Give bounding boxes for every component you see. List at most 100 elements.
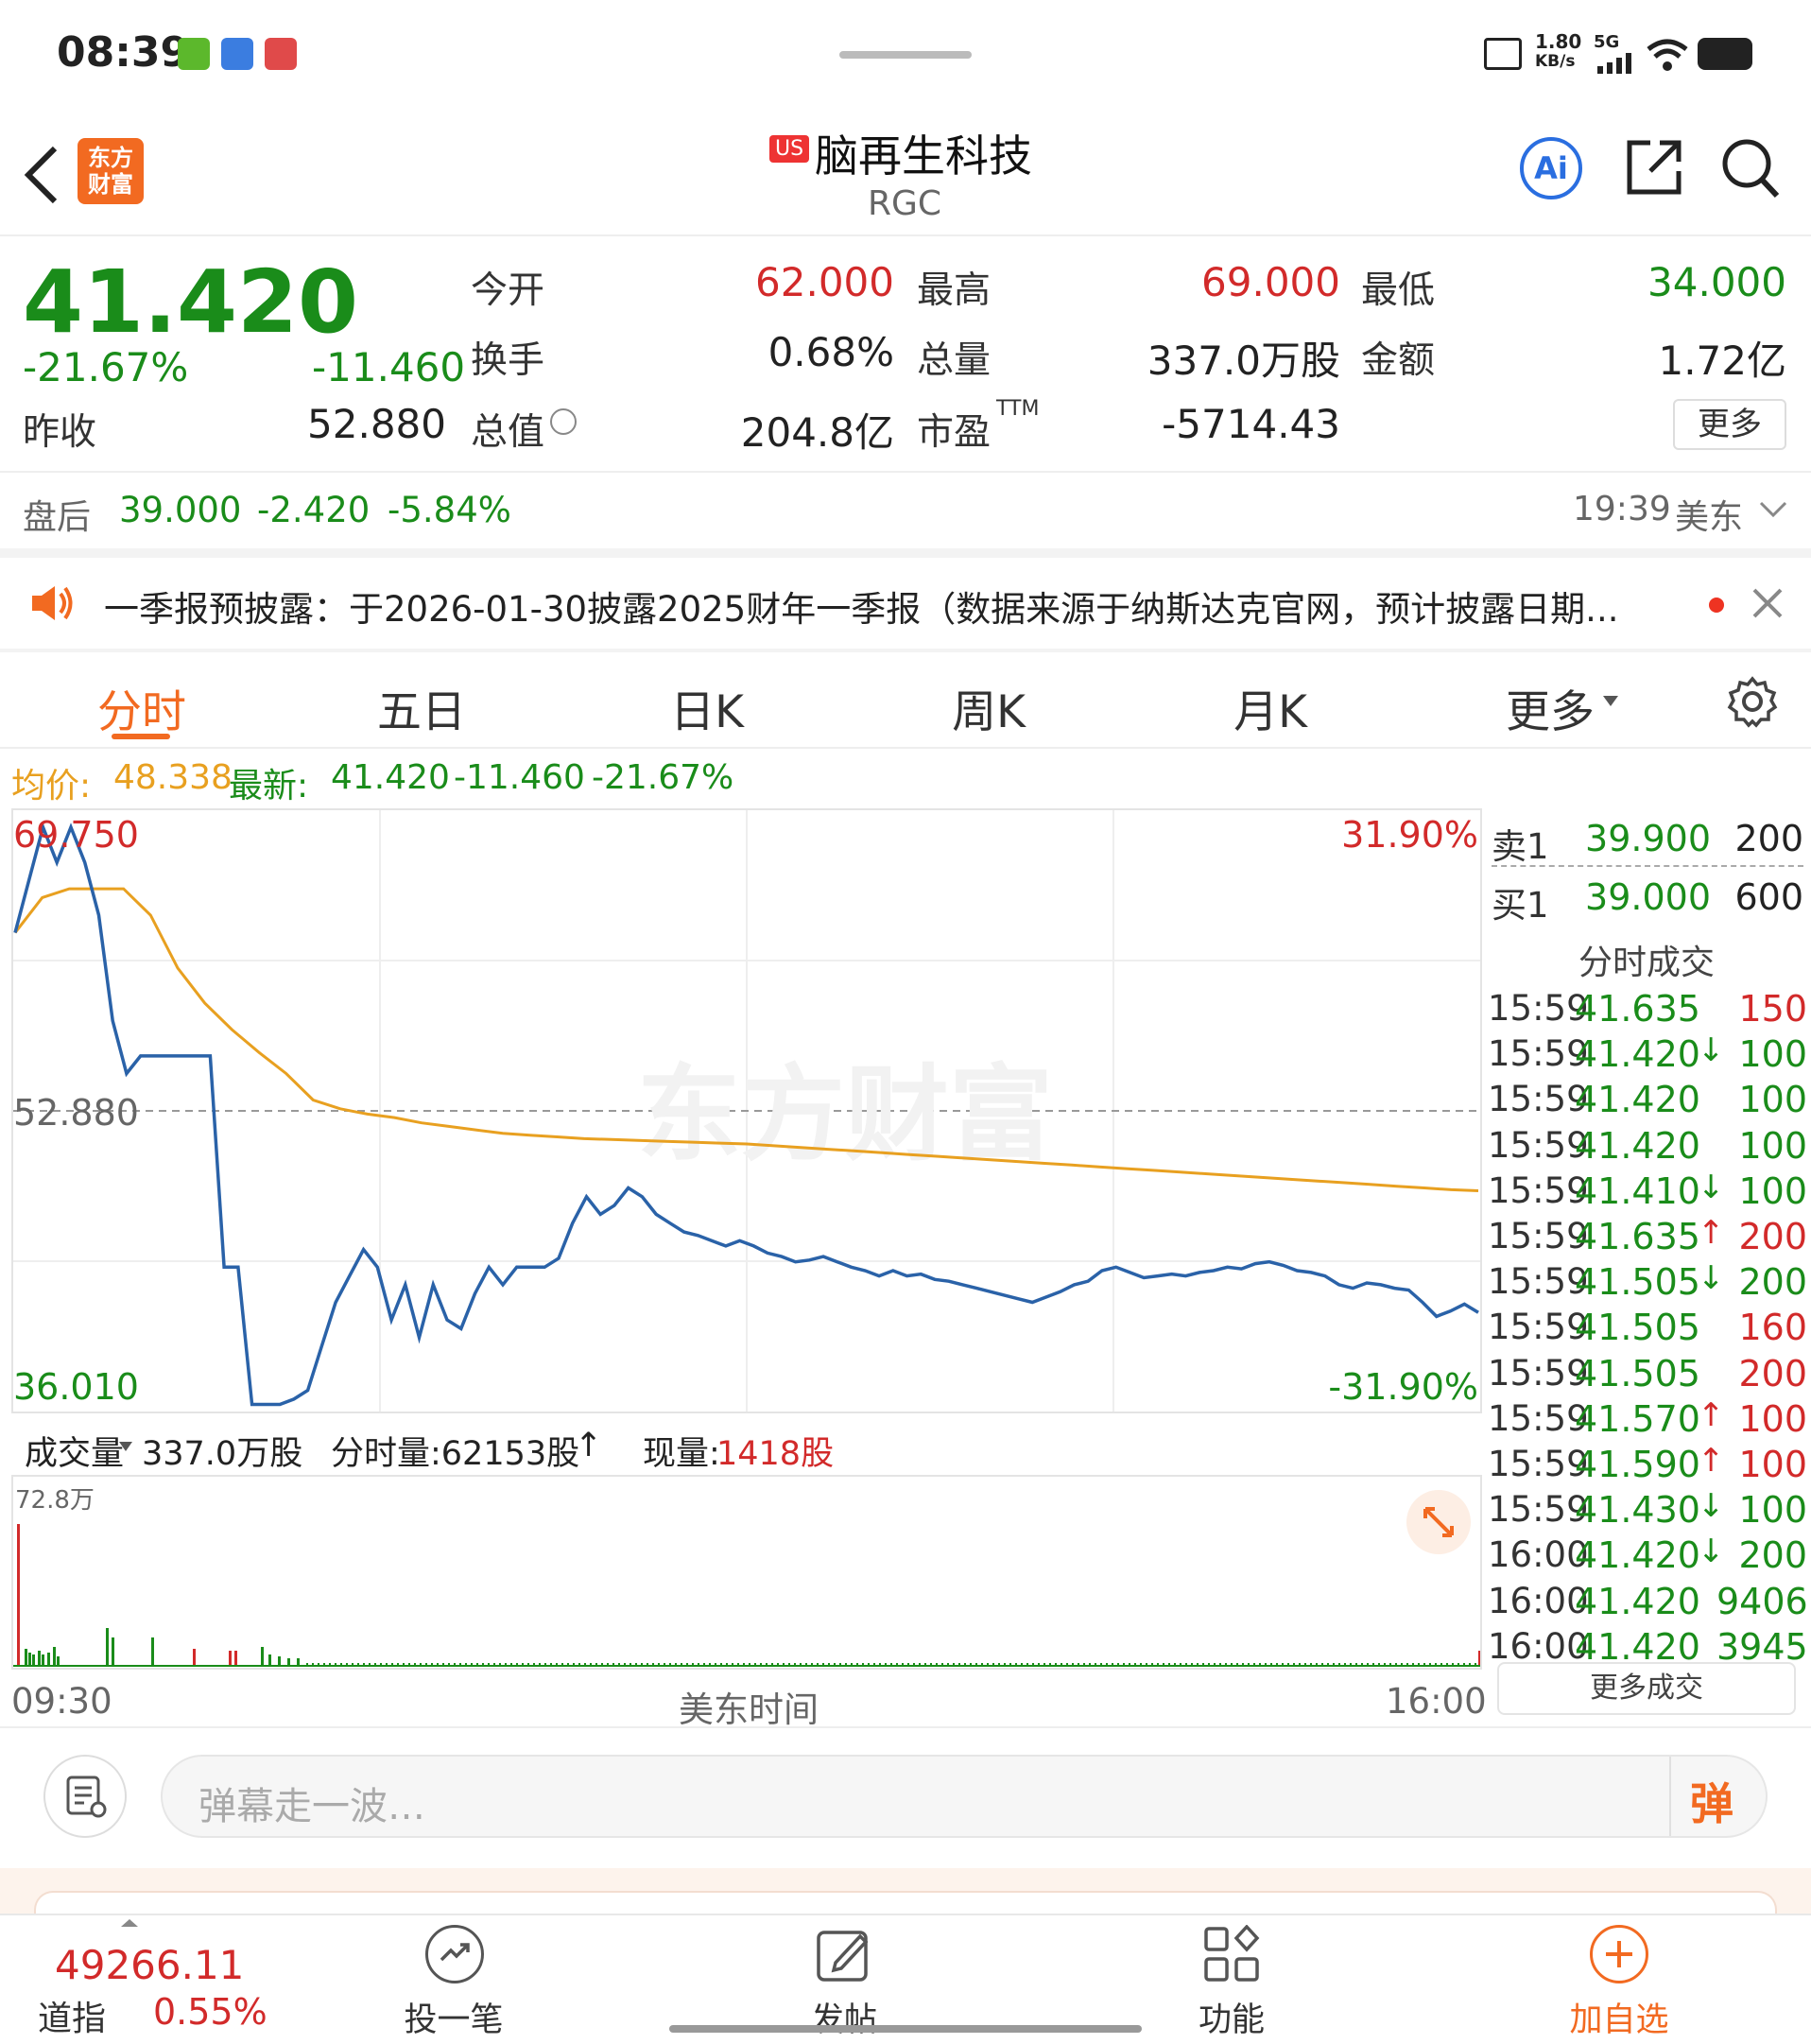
close-icon[interactable] — [1751, 586, 1785, 624]
trade-row: 15:59 41.420 100 — [1484, 1121, 1811, 1167]
after-hours-time: 19:39 — [1573, 490, 1671, 528]
now-volume-value: 1418股 — [716, 1435, 835, 1473]
trade-row: 15:59 41.505 160 — [1484, 1303, 1811, 1348]
low-value: 34.000 — [1647, 259, 1786, 305]
volume-bar — [112, 1637, 114, 1666]
tab-indicator — [112, 734, 170, 739]
ask-qty: 200 — [1734, 818, 1803, 859]
function-icon[interactable] — [1202, 1924, 1261, 1987]
info-icon[interactable] — [550, 408, 577, 435]
trade-icon[interactable] — [425, 1925, 484, 1983]
pe-ttm: TTM — [996, 397, 1040, 421]
trade-row: 15:59 41.505 ↓ 200 — [1484, 1257, 1811, 1303]
trade-row: 16:00 41.420 9406 — [1484, 1577, 1811, 1622]
comment-input[interactable]: 弹幕走一波… 弹 — [161, 1755, 1768, 1838]
nav-post-label[interactable]: 发帖 — [768, 1993, 920, 2041]
arrow-up-icon: ↑ — [575, 1427, 603, 1464]
chevron-down-icon — [1758, 499, 1788, 524]
volume-bar — [229, 1651, 232, 1666]
nav-function-label[interactable]: 功能 — [1156, 1993, 1307, 2041]
volume-bar — [297, 1658, 300, 1666]
pct-bottom-label: -31.90% — [1328, 1366, 1478, 1408]
volume-bar — [28, 1653, 31, 1666]
caret-up-icon — [121, 1919, 138, 1927]
volume-bar — [42, 1654, 44, 1666]
volume-bar — [287, 1658, 290, 1666]
volume-bar — [53, 1647, 56, 1666]
notice-text: 一季报预披露：于2026-01-30披露2025财年一季报（数据来源于纳斯达克官… — [104, 589, 1619, 630]
x-end-label: 16:00 — [1386, 1681, 1487, 1722]
expand-icon[interactable] — [1406, 1490, 1471, 1554]
tab-monthly-k[interactable]: 月K — [1214, 675, 1327, 740]
order-book: 卖1 39.900 200 买1 39.000 600 分时成交 15:59 41… — [1484, 808, 1811, 1715]
prev-close-label: 昨收 — [23, 411, 97, 454]
trade-qty: 200 — [1738, 1352, 1807, 1394]
app-notification-icon — [221, 38, 253, 70]
trade-price: 41.635 — [1575, 988, 1700, 1030]
nav-trade-label[interactable]: 投一笔 — [378, 1993, 529, 2041]
more-trades-button[interactable]: 更多成交 — [1497, 1662, 1796, 1715]
home-indicator[interactable] — [669, 2025, 1142, 2033]
battery-icon — [1698, 38, 1752, 70]
notice-bar[interactable]: 一季报预披露：于2026-01-30披露2025财年一季报（数据来源于纳斯达克官… — [0, 558, 1811, 649]
trade-row: 15:59 41.420 100 — [1484, 1075, 1811, 1120]
trade-qty: 100 — [1738, 1079, 1807, 1121]
trade-qty: 100 — [1738, 1397, 1807, 1440]
tab-more[interactable]: 更多 — [1503, 675, 1597, 740]
change-value: -11.460 — [312, 344, 466, 390]
minute-volume: 分时量:62153股 — [331, 1435, 580, 1473]
caret-down-icon — [119, 1442, 132, 1451]
bid-price: 39.000 — [1585, 876, 1711, 918]
status-bar: 08:39 1.80 KB/s 5G — [0, 0, 1811, 109]
plus-icon[interactable] — [1590, 1925, 1648, 1983]
book-divider — [1492, 865, 1803, 867]
volume-chart[interactable]: 72.8万 — [11, 1475, 1482, 1670]
trade-qty: 100 — [1738, 1489, 1807, 1532]
danmu-button[interactable]: 弹 — [1690, 1770, 1733, 1832]
trade-qty: 200 — [1738, 1261, 1807, 1304]
tab-five-day[interactable]: 五日 — [365, 675, 478, 740]
search-icon[interactable] — [1720, 137, 1781, 203]
y-bottom-label: 36.010 — [13, 1366, 139, 1408]
last-price: 41.420 — [23, 251, 359, 353]
turnover-label: 换手 — [471, 339, 545, 382]
index-value[interactable]: 49266.11 — [55, 1942, 244, 1988]
tab-weekly-k[interactable]: 周K — [932, 675, 1045, 740]
bid-qty: 600 — [1734, 876, 1803, 918]
amount-value: 1.72亿 — [1658, 338, 1786, 384]
net-type: 5G — [1594, 32, 1620, 52]
after-hours-pct: -5.84% — [388, 490, 511, 530]
comment-list-icon[interactable] — [43, 1755, 127, 1838]
unread-dot — [1709, 598, 1724, 613]
amount-label: 金额 — [1361, 339, 1436, 382]
drag-handle[interactable] — [839, 51, 972, 59]
latest-label: 最新: — [229, 767, 309, 805]
gear-icon[interactable] — [1726, 675, 1779, 732]
trade-qty: 160 — [1738, 1307, 1807, 1349]
watermark: 东方财富 — [637, 1054, 1053, 1175]
y-top-label: 69.750 — [13, 814, 139, 856]
trade-qty: 9406 — [1716, 1580, 1808, 1622]
app-notification-icon — [178, 38, 210, 70]
trade-qty: 100 — [1738, 1033, 1807, 1076]
volume-total: 337.0万股 — [142, 1435, 303, 1473]
more-button[interactable]: 更多 — [1673, 399, 1786, 450]
share-icon[interactable] — [1624, 137, 1684, 201]
status-time: 08:39 — [57, 28, 190, 77]
back-icon[interactable] — [21, 145, 62, 209]
after-hours-label: 盘后 — [23, 498, 92, 537]
stock-ticker: RGC — [868, 184, 942, 223]
nav-watchlist-label[interactable]: 加自选 — [1544, 1993, 1695, 2041]
now-volume-label: 现量: — [643, 1435, 720, 1473]
tab-daily-k[interactable]: 日K — [650, 675, 764, 740]
tab-intraday[interactable]: 分时 — [85, 675, 198, 740]
volume-selector[interactable]: 成交量 — [25, 1427, 124, 1475]
post-icon[interactable] — [815, 1925, 873, 1987]
after-hours-row[interactable]: 盘后 39.000 -2.420 -5.84% 19:39 美东 — [0, 473, 1811, 548]
ai-button[interactable]: Ai — [1520, 137, 1582, 199]
price-chart[interactable]: 东方财富 69.750 52.880 36.010 31.90% -31.90% — [11, 808, 1482, 1413]
net-unit: KB/s — [1535, 52, 1576, 71]
trade-qty: 200 — [1738, 1534, 1807, 1577]
stock-name: 脑再生科技 — [815, 130, 1032, 182]
latest-value: 41.420 — [331, 758, 450, 797]
